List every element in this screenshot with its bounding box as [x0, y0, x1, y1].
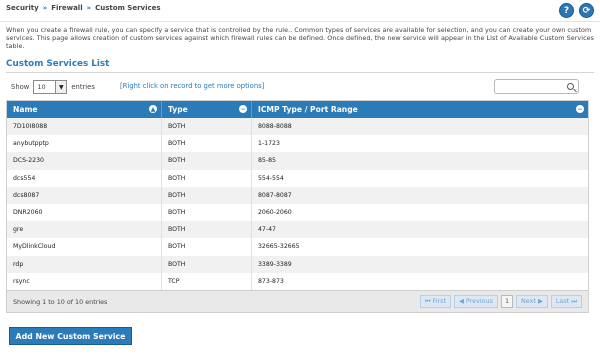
cell-name: rsync — [7, 272, 162, 290]
entries-info: Showing 1 to 10 of 10 entries — [13, 297, 108, 306]
column-label-port-range: ICMP Type / Port Range — [258, 105, 358, 114]
section-divider — [6, 72, 594, 73]
breadcrumb: Security» Firewall» Custom Services — [6, 4, 161, 12]
cell-name: gre — [7, 221, 162, 239]
help-icon[interactable]: ? — [559, 3, 574, 18]
breadcrumb-security[interactable]: Security — [6, 4, 39, 12]
column-header-port-range[interactable]: ICMP Type / Port Range − — [252, 101, 588, 118]
cell-type: BOTH — [162, 135, 252, 153]
intro-text: When you create a firewall rule, you can… — [6, 26, 595, 50]
search-icon[interactable] — [567, 83, 574, 90]
cell-port-range: 554-554 — [258, 174, 284, 182]
sort-asc-icon[interactable]: ▲ — [149, 105, 157, 113]
table-row[interactable]: gre BOTH 47-47 — [7, 221, 588, 239]
search-input[interactable] — [494, 79, 579, 94]
cell-name: anybutpptp — [7, 135, 162, 153]
add-custom-service-button[interactable]: Add New Custom Service — [9, 327, 132, 345]
cell-type: BOTH — [162, 203, 252, 222]
last-page-label: Last — [555, 297, 570, 306]
table-row[interactable]: DCS-2230 BOTH 85-85 — [7, 152, 588, 170]
next-page-icon: ▶ — [537, 297, 543, 306]
top-bar: Security» Firewall» Custom Services ? ⟳ — [0, 0, 600, 22]
cell-name: DCS-2230 — [7, 152, 162, 170]
cell-type: BOTH — [162, 221, 252, 239]
table-footer: Showing 1 to 10 of 10 entries ⏮ First ◀ … — [7, 289, 588, 312]
cell-type: BOTH — [162, 255, 252, 273]
cell-type: BOTH — [162, 186, 252, 204]
first-page-button[interactable]: ⏮ First — [419, 294, 451, 308]
breadcrumb-custom-services: Custom Services — [95, 4, 161, 12]
page-size-select[interactable]: 10 ▼ — [33, 80, 68, 94]
current-page[interactable]: 1 — [500, 294, 514, 308]
first-page-icon: ⏮ — [424, 296, 431, 305]
cell-port-range: 85-85 — [258, 157, 276, 165]
column-label-type: Type — [168, 105, 188, 114]
table-row[interactable]: rsync TCP 873-873 — [7, 272, 588, 290]
table-row[interactable]: dcs8087 BOTH 8087-8087 — [7, 186, 588, 204]
cell-type: BOTH — [162, 118, 252, 136]
cell-name: 7D10I8088 — [7, 118, 162, 136]
table-row[interactable]: MyDlinkCloud BOTH 32665-32665 — [7, 238, 588, 256]
cell-port-range: 47-47 — [258, 226, 276, 234]
column-header-type[interactable]: Type − — [162, 101, 252, 118]
logout-icon[interactable]: ⟳ — [579, 3, 594, 18]
cell-type: BOTH — [162, 152, 252, 170]
sort-icon[interactable]: − — [576, 105, 584, 113]
table-row[interactable]: DNR2060 BOTH 2060-2060 — [7, 203, 588, 222]
first-page-label: First — [432, 297, 446, 306]
cell-port-range: 8087-8087 — [258, 191, 292, 199]
section-title: Custom Services List — [6, 59, 110, 69]
page-size-control: Show 10 ▼ entries — [11, 80, 95, 94]
last-page-button[interactable]: Last ⏭ — [550, 294, 582, 308]
sort-icon[interactable]: − — [239, 105, 247, 113]
right-click-hint: [Right click on record to get more optio… — [120, 82, 265, 90]
column-label-name: Name — [13, 105, 38, 114]
next-page-button[interactable]: Next ▶ — [516, 294, 548, 308]
previous-page-button[interactable]: ◀ Previous — [453, 294, 498, 308]
show-label: Show — [11, 83, 30, 91]
entries-label: entries — [71, 83, 95, 91]
cell-type: BOTH — [162, 238, 252, 256]
next-page-label: Next — [521, 297, 536, 306]
cell-name: dcs554 — [7, 169, 162, 187]
cell-name: DNR2060 — [7, 203, 162, 222]
chevron-down-icon[interactable]: ▼ — [55, 81, 67, 93]
table-body: 7D10I8088 BOTH 8088-8088 anybutpptp BOTH 1-1… — [7, 118, 588, 290]
cell-name: dcs8087 — [7, 186, 162, 204]
cell-port-range: 1-1723 — [258, 140, 280, 148]
cell-type: BOTH — [162, 169, 252, 187]
breadcrumb-separator: » — [42, 4, 48, 12]
cell-port-range: 2060-2060 — [258, 209, 292, 217]
column-header-name[interactable]: Name ▲ — [7, 101, 162, 118]
table-row[interactable]: anybutpptp BOTH 1-1723 — [7, 135, 588, 153]
table-header: Name ▲ Type − ICMP Type / Port Range − — [7, 101, 588, 118]
breadcrumb-separator: » — [86, 4, 92, 12]
cell-name: MyDlinkCloud — [7, 238, 162, 256]
cell-port-range: 3389-3389 — [258, 260, 292, 268]
table-row[interactable]: 7D10I8088 BOTH 8088-8088 — [7, 118, 588, 136]
custom-services-table: Name ▲ Type − ICMP Type / Port Range − 7… — [6, 100, 589, 313]
previous-page-icon: ◀ — [458, 297, 464, 306]
table-row[interactable]: dcs554 BOTH 554-554 — [7, 169, 588, 187]
page-size-value: 10 — [37, 83, 46, 91]
breadcrumb-firewall[interactable]: Firewall — [51, 4, 82, 12]
last-page-icon: ⏭ — [571, 296, 577, 305]
previous-page-label: Previous — [465, 297, 493, 306]
cell-type: TCP — [162, 272, 252, 290]
cell-port-range: 32665-32665 — [258, 243, 300, 251]
pagination: ⏮ First ◀ Previous 1 Next ▶ Last ⏭ — [419, 294, 582, 308]
cell-port-range: 873-873 — [258, 277, 284, 285]
cell-port-range: 8088-8088 — [258, 123, 292, 131]
table-row[interactable]: rdp BOTH 3389-3389 — [7, 255, 588, 273]
cell-name: rdp — [7, 255, 162, 273]
